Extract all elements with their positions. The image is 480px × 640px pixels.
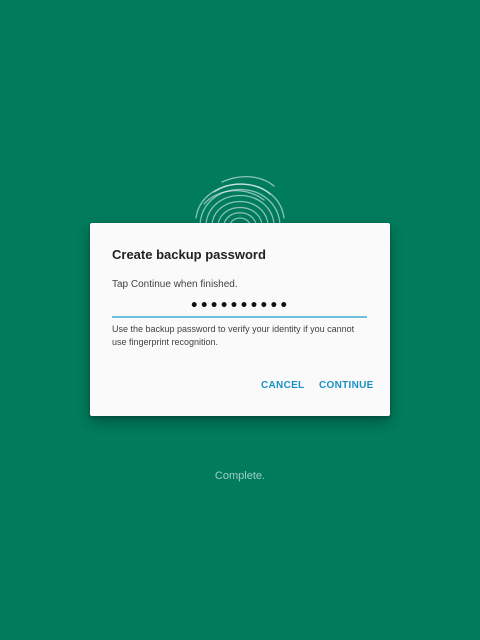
dialog-help-text: Use the backup password to verify your i… bbox=[112, 324, 355, 347]
backup-password-dialog: Create backup password Tap Continue when… bbox=[90, 223, 390, 416]
dialog-message: Tap Continue when finished. bbox=[112, 279, 238, 290]
password-field[interactable] bbox=[112, 296, 367, 318]
dialog-title: Create backup password bbox=[112, 247, 266, 262]
continue-button[interactable]: CONTINUE bbox=[319, 380, 374, 391]
status-text: Complete. bbox=[214, 470, 266, 482]
fingerprint-setup-screen: Create backup password Tap Continue when… bbox=[0, 0, 480, 640]
cancel-button[interactable]: CANCEL bbox=[261, 380, 304, 391]
